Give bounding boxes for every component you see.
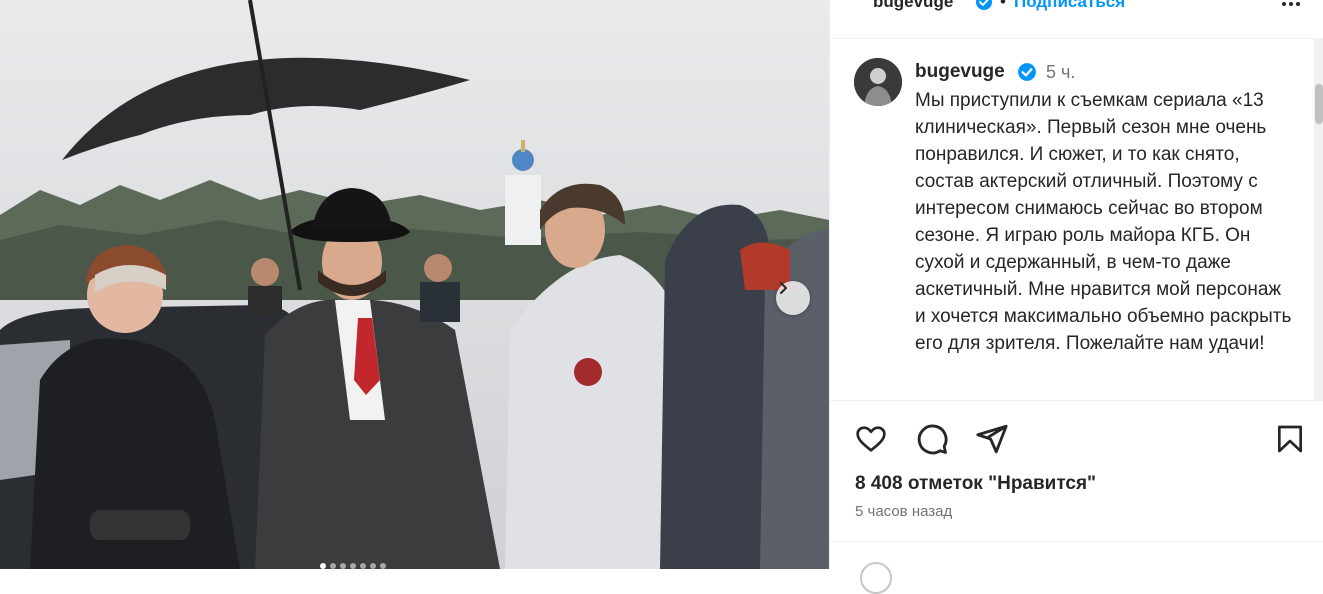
carousel-dot <box>370 563 376 569</box>
caption-time[interactable]: 5 ч. <box>1046 62 1075 83</box>
verified-badge-icon <box>1018 63 1036 81</box>
header-username[interactable]: bugevuge <box>873 0 953 12</box>
heart-icon[interactable] <box>854 423 888 455</box>
carousel-dot <box>320 563 326 569</box>
send-icon[interactable] <box>975 422 1009 456</box>
divider <box>830 400 1323 401</box>
bookmark-icon[interactable] <box>1274 422 1306 456</box>
header-separator: • <box>1000 0 1006 11</box>
post-header: bugevuge • Подписаться <box>830 0 1323 39</box>
caption-username[interactable]: bugevuge <box>915 61 1005 83</box>
carousel-dot <box>380 563 386 569</box>
scrollbar[interactable] <box>1314 38 1323 400</box>
carousel-dot <box>360 563 366 569</box>
follow-button[interactable]: Подписаться <box>1014 0 1125 12</box>
likes-count[interactable]: 8 408 отметок "Нравится" <box>855 473 1096 495</box>
carousel-next-button[interactable] <box>776 281 810 315</box>
avatar[interactable] <box>854 58 902 106</box>
scrollbar-thumb[interactable] <box>1315 84 1323 124</box>
caption-text: Мы приступили к съемкам сериала «13 клин… <box>915 90 1297 354</box>
carousel-indicator <box>320 563 386 569</box>
more-horizontal-icon[interactable] <box>1279 0 1303 18</box>
verified-badge-icon <box>976 0 992 10</box>
post-photo[interactable] <box>0 0 829 569</box>
post-photo-scene <box>0 0 829 569</box>
comment-icon[interactable] <box>915 422 949 456</box>
chevron-right-icon <box>780 282 787 294</box>
caption-area[interactable]: bugevuge 5 ч. Мы приступили к съемкам се… <box>830 38 1314 400</box>
carousel-dot <box>340 563 346 569</box>
carousel-dot <box>350 563 356 569</box>
emoji-icon[interactable] <box>860 562 892 594</box>
post-time[interactable]: 5 часов назад <box>855 503 952 520</box>
avatar-image <box>854 58 902 106</box>
carousel-dot <box>330 563 336 569</box>
divider <box>830 541 1323 542</box>
post-side-panel: bugevuge • Подписаться bugevuge 5 ч. Мы … <box>829 0 1323 594</box>
